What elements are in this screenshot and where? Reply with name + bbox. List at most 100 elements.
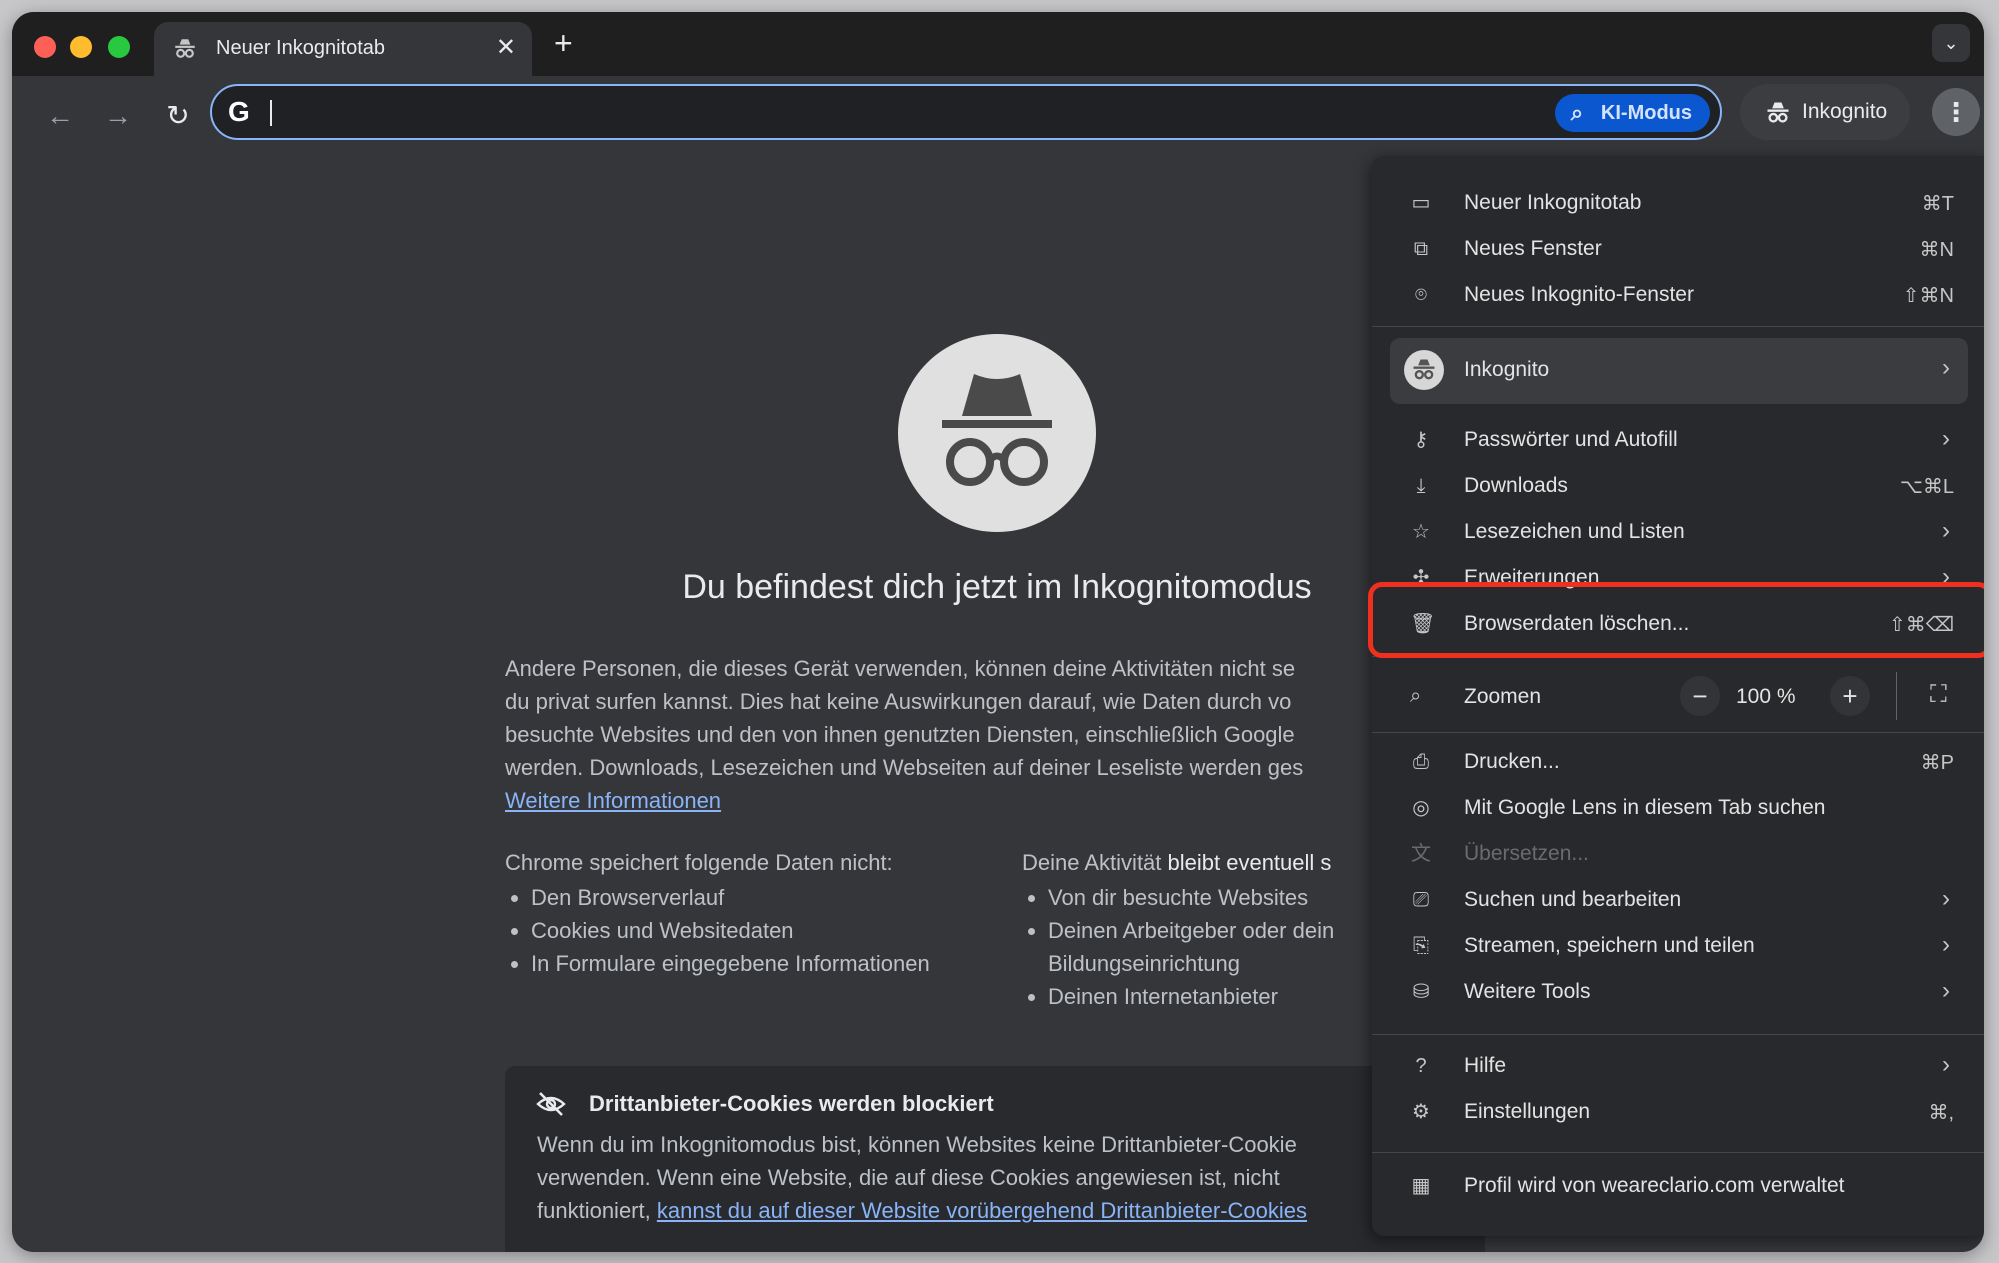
menu-item-label: Lesezeichen und Listen (1464, 520, 1685, 543)
menu-item-google-lens[interactable]: ◎ Mit Google Lens in diesem Tab suchen (1372, 786, 1984, 830)
menu-item-label: Neuer Inkognitotab (1464, 191, 1642, 214)
menu-item-label: Einstellungen (1464, 1100, 1591, 1123)
minimize-window-button[interactable] (70, 36, 92, 58)
menu-item-more-tools[interactable]: ⛁ Weitere Tools › (1372, 970, 1984, 1014)
menu-item-label: Downloads (1464, 474, 1568, 497)
paragraph-line: werden. Downloads, Lesezeichen und Webse… (505, 755, 1304, 780)
menu-item-help[interactable]: ? Hilfe › (1372, 1044, 1984, 1088)
menu-item-label: Suchen und bearbeiten (1464, 888, 1682, 911)
fullscreen-icon[interactable]: ⛶ (1930, 681, 1947, 709)
menu-item-new-window[interactable]: ⧉ Neues Fenster ⌘N (1372, 227, 1984, 271)
new-tab-button[interactable]: + (554, 27, 573, 59)
zoom-label: Zoomen (1464, 685, 1542, 708)
list-item: Cookies und Websitedaten (531, 914, 930, 947)
menu-item-label: Profil wird von weareclario.com verwalte… (1464, 1174, 1845, 1197)
zoom-level: 100 % (1736, 685, 1796, 708)
address-bar[interactable]: G ⌕ KI-Modus (210, 84, 1722, 140)
tab-incognito[interactable]: Neuer Inkognitotab ✕ (154, 22, 532, 76)
visible-activity-title-strong: bleibt eventuell s (1167, 850, 1332, 875)
menu-item-label: Neues Fenster (1464, 237, 1602, 260)
forward-button[interactable]: → (100, 98, 136, 134)
list-item-line: Bildungseinrichtung (1048, 951, 1241, 976)
help-icon: ? (1415, 1055, 1427, 1077)
paragraph-line: du privat surfen kannst. Dies hat keine … (505, 689, 1292, 714)
incognito-hero-icon (898, 334, 1096, 532)
chevron-right-icon: › (1942, 354, 1950, 381)
cookie-text-prefix: funktioniert, (537, 1198, 657, 1223)
menu-item-bookmarks[interactable]: ☆ Lesezeichen und Listen › (1372, 510, 1984, 554)
incognito-profile-chip[interactable]: Inkognito (1740, 84, 1910, 140)
incognito-icon (1413, 359, 1435, 380)
menu-item-find-edit[interactable]: ⎚ Suchen und bearbeiten › (1372, 878, 1984, 922)
chrome-main-menu: ▭ Neuer Inkognitotab ⌘T ⧉ Neues Fenster … (1372, 156, 1984, 1236)
gear-icon: ⚙ (1412, 1101, 1430, 1123)
more-info-link[interactable]: Weitere Informationen (505, 788, 721, 813)
menu-item-label: Drucken... (1464, 750, 1560, 773)
star-icon: ☆ (1412, 521, 1430, 543)
menu-item-shortcut: ⌥⌘L (1899, 476, 1954, 498)
menu-item-new-incognito-tab[interactable]: ▭ Neuer Inkognitotab ⌘T (1372, 181, 1984, 225)
cookie-text-line: verwenden. Wenn eine Website, die auf di… (537, 1165, 1280, 1190)
zoom-separator (1896, 672, 1897, 720)
menu-item-cast-save-share[interactable]: ⎘ Streamen, speichern und teilen › (1372, 924, 1984, 968)
menu-item-label: Inkognito (1464, 358, 1550, 381)
chevron-right-icon: › (1942, 1051, 1950, 1078)
cookie-card-text: Wenn du im Inkognitomodus bist, können W… (537, 1128, 1407, 1227)
list-item-line: Deinen Arbeitgeber oder dein (1048, 918, 1335, 943)
menu-item-label: Übersetzen... (1464, 842, 1589, 865)
back-button[interactable]: ← (42, 98, 78, 134)
visible-activity-list: Von dir besuchte Websites Deinen Arbeitg… (1022, 881, 1334, 1013)
menu-item-downloads[interactable]: ⤓ Downloads ⌥⌘L (1372, 464, 1984, 508)
paragraph-line: besuchte Websites und den von ihnen genu… (505, 722, 1295, 747)
ai-mode-label: KI-Modus (1600, 102, 1692, 124)
menu-item-shortcut: ⌘P (1920, 752, 1954, 774)
menu-divider (1372, 326, 1984, 327)
building-icon: ▦ (1411, 1175, 1431, 1197)
tab-strip: Neuer Inkognitotab ✕ + ⌄ (12, 12, 1984, 76)
menu-item-label: Weitere Tools (1464, 980, 1591, 1003)
incognito-icon (175, 39, 195, 58)
allow-cookies-link[interactable]: kannst du auf dieser Website vorübergehe… (657, 1198, 1307, 1223)
close-window-button[interactable] (34, 36, 56, 58)
google-logo-icon: G (228, 96, 250, 127)
menu-item-incognito-profile[interactable]: Inkognito › (1390, 338, 1968, 404)
toolbox-icon: ⛁ (1412, 981, 1430, 1003)
browser-window: Neuer Inkognitotab ✕ + ⌄ ← → ↻ G ⌕ KI-Mo… (12, 12, 1984, 1252)
paragraph-line: Andere Personen, die dieses Gerät verwen… (505, 656, 1296, 681)
cookie-card-title: Drittanbieter-Cookies werden blockiert (589, 1091, 994, 1116)
menu-item-settings[interactable]: ⚙ Einstellungen ⌘, (1372, 1090, 1984, 1134)
menu-item-print[interactable]: ⎙ Drucken... ⌘P (1372, 740, 1984, 784)
not-saved-list: Den Browserverlauf Cookies und Websiteda… (505, 881, 930, 980)
find-icon: ⎚ (1413, 889, 1429, 911)
more-menu-button[interactable]: ⋮ (1932, 88, 1980, 136)
menu-item-label: Neues Inkognito-Fenster (1464, 283, 1694, 306)
menu-item-label: Hilfe (1464, 1054, 1507, 1077)
zoom-in-button[interactable]: + (1830, 676, 1870, 716)
tab-title: Neuer Inkognitotab (216, 37, 386, 59)
chevron-right-icon: › (1942, 885, 1950, 912)
key-icon: ⚷ (1413, 429, 1429, 451)
menu-item-passwords[interactable]: ⚷ Passwörter und Autofill › (1372, 418, 1984, 462)
menu-item-shortcut: ⌘T (1921, 193, 1954, 215)
menu-item-shortcut: ⌘N (1919, 239, 1954, 261)
menu-item-new-incognito-window[interactable]: ⌾ Neues Inkognito-Fenster ⇧⌘N (1372, 273, 1984, 317)
menu-item-managed-profile[interactable]: ▦ Profil wird von weareclario.com verwal… (1372, 1164, 1984, 1208)
toolbar: ← → ↻ G ⌕ KI-Modus Inkognito ⋮ (12, 76, 1984, 156)
incognito-icon: ⌾ (1415, 284, 1427, 306)
window-icon: ⧉ (1413, 238, 1429, 260)
tab-close-icon[interactable]: ✕ (496, 33, 516, 63)
visible-activity-title: Deine Aktivität bleibt eventuell s (1022, 850, 1331, 876)
print-icon: ⎙ (1413, 751, 1429, 773)
tab-search-button[interactable]: ⌄ (1932, 24, 1970, 62)
lens-icon: ◎ (1412, 797, 1430, 819)
download-icon: ⤓ (1416, 475, 1426, 497)
zoom-out-button[interactable]: − (1680, 676, 1720, 716)
menu-item-label: Streamen, speichern und teilen (1464, 934, 1755, 957)
menu-item-label: Mit Google Lens in diesem Tab suchen (1464, 796, 1826, 819)
menu-item-shortcut: ⌘, (1928, 1102, 1954, 1124)
cast-icon: ⎘ (1413, 935, 1429, 957)
reload-button[interactable]: ↻ (160, 98, 196, 134)
ai-mode-button[interactable]: ⌕ KI-Modus (1554, 94, 1710, 132)
incognito-icon (942, 374, 1052, 486)
maximize-window-button[interactable] (108, 36, 130, 58)
